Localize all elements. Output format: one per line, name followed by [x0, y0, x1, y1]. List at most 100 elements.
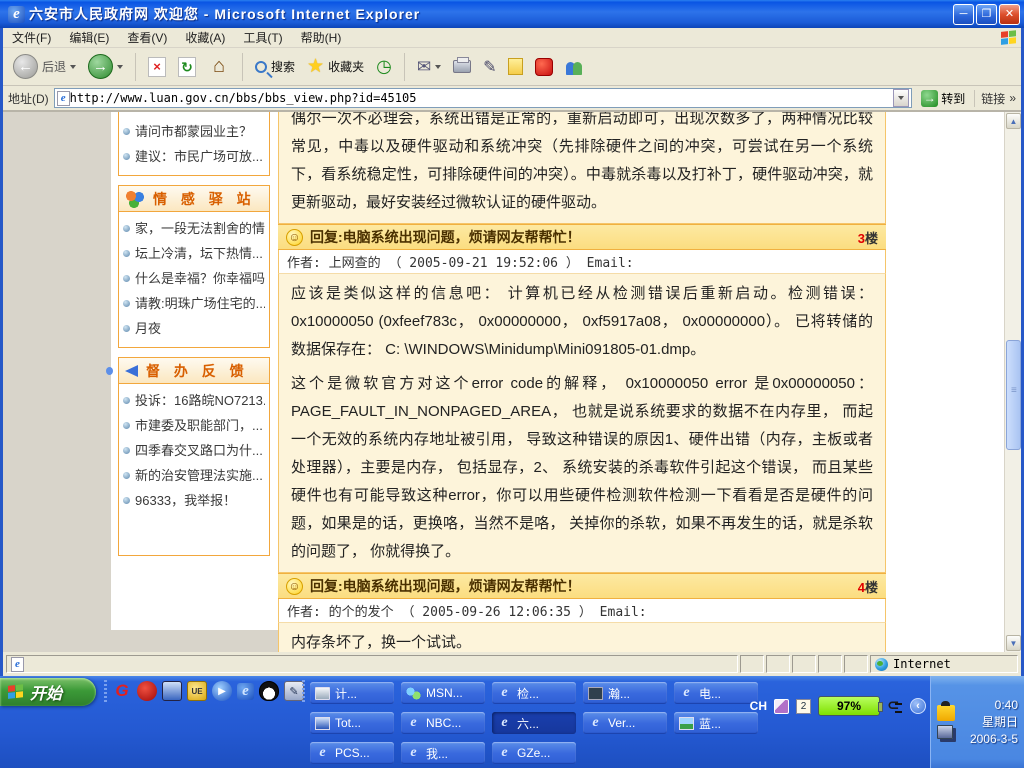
status-pane-main: e	[6, 655, 738, 673]
taskbar-button[interactable]: 蓝...	[674, 712, 758, 734]
forward-dropdown-icon[interactable]	[117, 65, 123, 69]
maximize-button[interactable]: ❐	[976, 4, 997, 25]
close-button[interactable]: ✕	[999, 4, 1020, 25]
address-input[interactable]	[70, 91, 894, 105]
back-dropdown-icon[interactable]	[70, 65, 76, 69]
note-icon	[508, 58, 523, 75]
smiley-icon: ☺	[286, 229, 303, 246]
qq-toolbar-button[interactable]	[531, 56, 557, 78]
sidebar-link[interactable]: 月夜	[123, 316, 265, 341]
taskbar-button[interactable]: ePCS...	[310, 742, 394, 764]
messenger-icon	[565, 59, 585, 75]
scroll-down-button[interactable]: ▼	[1006, 635, 1021, 651]
clock-weekday: 星期日	[982, 715, 1018, 729]
taskbar-button[interactable]: eNBC...	[401, 712, 485, 734]
status-pane	[844, 655, 868, 673]
page-status-icon: e	[11, 657, 24, 672]
links-chevron-icon[interactable]: »	[1009, 91, 1016, 105]
media-player-icon[interactable]: ▶	[212, 681, 232, 701]
sidebar-section-supervision: 督 办 反 馈 投诉：16路皖NO7213... 市建委及职能部门，... 四季…	[118, 357, 270, 556]
floor-badge: 3楼	[858, 228, 878, 247]
menu-tools[interactable]: 工具(T)	[234, 27, 291, 48]
taskbar-button-active[interactable]: e六...	[492, 712, 576, 734]
edit-button[interactable]: ✎	[479, 55, 500, 79]
scroll-up-button[interactable]: ▲	[1006, 113, 1021, 129]
taskbar-button[interactable]: e我...	[401, 742, 485, 764]
address-field-box: e	[54, 88, 913, 108]
sidebar-link[interactable]: 四季春交叉路口为什...	[123, 438, 265, 463]
history-button[interactable]: ◷	[372, 54, 396, 79]
sidebar-link[interactable]: 96333，我举报！	[123, 488, 265, 513]
print-button[interactable]	[449, 58, 475, 75]
sidebar-link-label: 请问市都蒙园业主？	[135, 119, 252, 144]
megaphone-icon	[125, 365, 138, 377]
favorites-button[interactable]: ★ 收藏夹	[303, 53, 368, 80]
refresh-button[interactable]: ↻	[174, 55, 200, 79]
taskbar-button[interactable]: 瀚...	[583, 682, 667, 704]
taskbar-button[interactable]: MSN...	[401, 682, 485, 704]
back-button[interactable]: ← 后退	[9, 52, 80, 81]
network-tray-icon[interactable]	[937, 725, 953, 739]
quicklaunch-separator	[104, 680, 107, 704]
menu-file[interactable]: 文件(F)	[3, 27, 60, 48]
mail-button[interactable]: ✉	[413, 55, 445, 79]
menu-edit[interactable]: 编辑(E)	[60, 27, 118, 48]
sidebar-link[interactable]: 建议：市民广场可放...	[123, 144, 265, 169]
taskbar-button[interactable]: Tot...	[310, 712, 394, 734]
links-bar[interactable]: 链接 »	[974, 90, 1016, 107]
forward-button[interactable]: →	[84, 52, 127, 81]
taskbar-button[interactable]: eGZe...	[492, 742, 576, 764]
ultraedit-icon[interactable]: UE	[187, 681, 207, 701]
stop-icon: ×	[148, 57, 166, 77]
sidebar-link[interactable]: 家，一段无法割舍的情感	[123, 216, 265, 241]
address-dropdown-button[interactable]	[893, 89, 909, 107]
total-commander-icon[interactable]	[162, 681, 182, 701]
menu-help[interactable]: 帮助(H)	[292, 27, 351, 48]
menu-view[interactable]: 查看(V)	[118, 27, 176, 48]
clock[interactable]: 0:40 星期日 2006-3-5	[961, 697, 1018, 748]
smiley-icon: ☺	[286, 578, 303, 595]
mail-dropdown-icon[interactable]	[435, 65, 441, 69]
sidebar-section-emotion: 情 感 驿 站 家，一段无法割舍的情感 坛上冷清，坛下热情... 什么是幸福？你…	[118, 185, 270, 348]
taskbar-button[interactable]: e检...	[492, 682, 576, 704]
favorites-label: 收藏夹	[328, 58, 364, 75]
antivirus-icon[interactable]	[137, 681, 157, 701]
messenger-button[interactable]	[561, 57, 589, 77]
status-pane	[766, 655, 790, 673]
sidebar-link[interactable]: 市建委及职能部门，...	[123, 413, 265, 438]
sidebar-link[interactable]: 投诉：16路皖NO7213...	[123, 388, 265, 413]
go-button[interactable]: → 转到	[917, 89, 969, 108]
flashget-icon[interactable]: G	[112, 681, 132, 701]
tray-collapse-chevron[interactable]: ‹	[910, 698, 926, 714]
taskbar-button[interactable]: e电...	[674, 682, 758, 704]
taskbar-button[interactable]: eVer...	[583, 712, 667, 734]
qq-penguin-icon[interactable]	[259, 681, 279, 701]
sidebar-link[interactable]: 什么是幸福？你幸福吗？	[123, 266, 265, 291]
sidebar-link[interactable]: 请教:明珠广场住宅的...	[123, 291, 265, 316]
qq-tray-icon[interactable]	[937, 705, 955, 721]
tray-doc-icon[interactable]: 2	[796, 699, 811, 714]
sidebar-link[interactable]: 新的治安管理法实施...	[123, 463, 265, 488]
scroll-thumb[interactable]	[1006, 340, 1021, 450]
sidebar-link[interactable]: 坛上冷清，坛下热情...	[123, 241, 265, 266]
bullet-icon	[123, 472, 130, 479]
internet-explorer-icon[interactable]: e	[237, 683, 254, 700]
search-button[interactable]: 搜索	[251, 56, 299, 77]
show-desktop-icon[interactable]: ✎	[284, 681, 304, 701]
ime-icon[interactable]	[774, 699, 789, 714]
ie-icon: e	[406, 747, 421, 760]
home-button[interactable]: ⌂	[204, 54, 234, 80]
battery-indicator[interactable]: 97%	[818, 696, 880, 716]
language-indicator[interactable]: CH	[750, 699, 767, 713]
toolbar-separator	[404, 53, 405, 81]
stop-button[interactable]: ×	[144, 55, 170, 79]
sidebar-link[interactable]: 请问市都蒙园业主？	[123, 119, 265, 144]
taskbar-button[interactable]: 计...	[310, 682, 394, 704]
power-plug-icon[interactable]	[887, 699, 903, 713]
vertical-scrollbar[interactable]: ▲ ▼	[1004, 112, 1021, 652]
start-button[interactable]: 开始	[0, 678, 96, 706]
menu-favorites[interactable]: 收藏(A)	[176, 27, 234, 48]
minimize-button[interactable]: ─	[953, 4, 974, 25]
reply-header-3: ☺ 回复:电脑系统出现问题，烦请网友帮帮忙！ 3楼	[278, 224, 886, 250]
notes-button[interactable]	[504, 56, 527, 77]
